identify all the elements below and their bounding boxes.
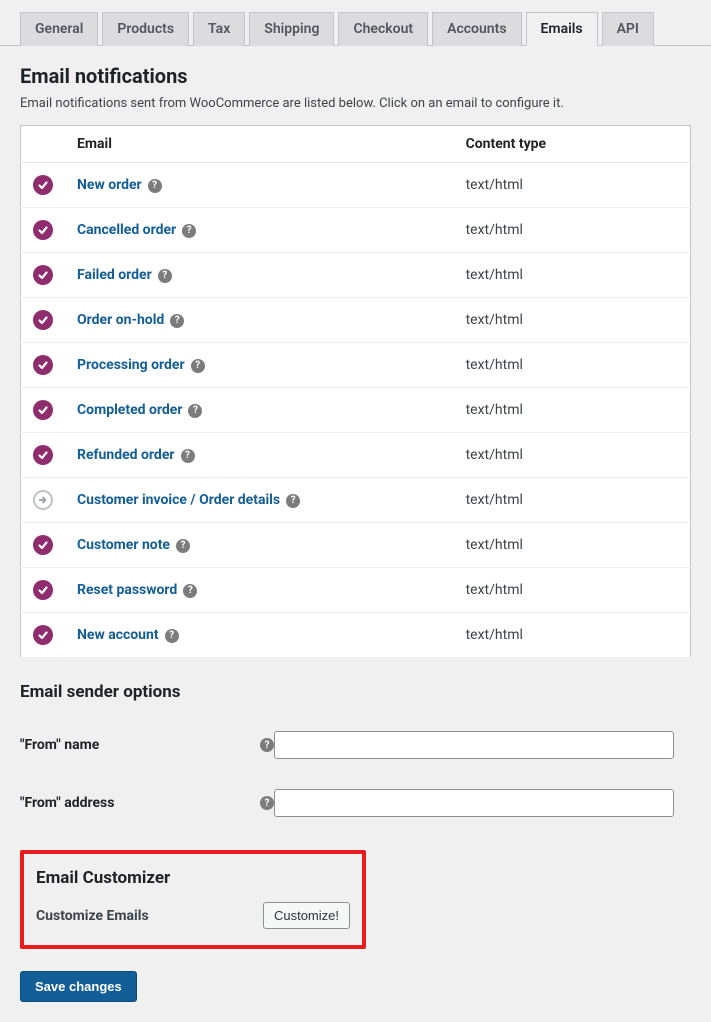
help-icon[interactable]: ? (260, 738, 274, 752)
status-enabled-icon (33, 175, 53, 195)
tab-checkout[interactable]: Checkout (338, 12, 428, 46)
col-status (21, 126, 66, 163)
help-icon[interactable]: ? (183, 584, 197, 598)
table-row[interactable]: Cancelled order? text/html (21, 208, 691, 253)
email-notifications-table: Email Content type New order?text/htmlCa… (20, 125, 691, 658)
table-row[interactable]: Failed order? text/html (21, 253, 691, 298)
tab-shipping[interactable]: Shipping (249, 12, 334, 46)
help-icon[interactable]: ? (182, 224, 196, 238)
email-name-link[interactable]: Customer note (77, 537, 170, 553)
col-email[interactable]: Email (65, 126, 454, 163)
email-name-link[interactable]: New order (77, 177, 142, 193)
table-row[interactable]: Order on-hold? text/html (21, 298, 691, 343)
help-icon[interactable]: ? (286, 494, 300, 508)
email-name-link[interactable]: Cancelled order (77, 222, 176, 238)
table-row[interactable]: New account? text/html (21, 613, 691, 658)
table-row[interactable]: Completed order? text/html (21, 388, 691, 433)
content-type-cell: text/html (454, 613, 691, 658)
table-row[interactable]: Refunded order? text/html (21, 433, 691, 478)
content-type-cell: text/html (454, 343, 691, 388)
customizer-heading: Email Customizer (36, 868, 350, 888)
sender-heading: Email sender options (20, 682, 691, 702)
content-type-cell: text/html (454, 163, 691, 208)
from-address-label: "From" address (20, 774, 250, 832)
help-icon[interactable]: ? (191, 359, 205, 373)
status-enabled-icon (33, 580, 53, 600)
status-enabled-icon (33, 220, 53, 240)
customizer-row-label: Customize Emails (36, 908, 149, 924)
section-description: Email notifications sent from WooCommerc… (20, 96, 691, 111)
tab-accounts[interactable]: Accounts (432, 12, 521, 46)
content-type-cell: text/html (454, 478, 691, 523)
content-type-cell: text/html (454, 433, 691, 478)
status-manual-icon (33, 490, 53, 510)
content-type-cell: text/html (454, 298, 691, 343)
help-icon[interactable]: ? (181, 449, 195, 463)
help-icon[interactable]: ? (170, 314, 184, 328)
settings-tabs: GeneralProductsTaxShippingCheckoutAccoun… (0, 0, 711, 46)
email-name-link[interactable]: Order on-hold (77, 312, 164, 328)
content-type-cell: text/html (454, 253, 691, 298)
help-icon[interactable]: ? (188, 404, 202, 418)
content-type-cell: text/html (454, 388, 691, 433)
tab-tax[interactable]: Tax (193, 12, 245, 46)
help-icon[interactable]: ? (260, 796, 274, 810)
status-enabled-icon (33, 400, 53, 420)
status-enabled-icon (33, 265, 53, 285)
table-row[interactable]: Customer invoice / Order details? text/ht… (21, 478, 691, 523)
email-name-link[interactable]: Completed order (77, 402, 182, 418)
table-row[interactable]: Processing order? text/html (21, 343, 691, 388)
help-icon[interactable]: ? (176, 539, 190, 553)
sender-options-form: "From" name ? "From" address ? (20, 716, 691, 832)
content-type-cell: text/html (454, 568, 691, 613)
email-name-link[interactable]: New account (77, 627, 159, 643)
tab-general[interactable]: General (20, 12, 98, 46)
status-enabled-icon (33, 535, 53, 555)
from-name-label: "From" name (20, 716, 250, 774)
from-name-input[interactable] (274, 731, 674, 759)
tab-emails[interactable]: Emails (526, 12, 598, 46)
table-row[interactable]: New order? text/html (21, 163, 691, 208)
email-name-link[interactable]: Customer invoice / Order details (77, 492, 280, 508)
customize-button[interactable]: Customize! (263, 902, 350, 929)
save-changes-button[interactable]: Save changes (20, 971, 137, 1002)
content-type-cell: text/html (454, 523, 691, 568)
table-row[interactable]: Customer note? text/html (21, 523, 691, 568)
content-type-cell: text/html (454, 208, 691, 253)
help-icon[interactable]: ? (158, 269, 172, 283)
status-enabled-icon (33, 625, 53, 645)
email-name-link[interactable]: Processing order (77, 357, 185, 373)
email-name-link[interactable]: Refunded order (77, 447, 175, 463)
tab-api[interactable]: API (602, 12, 654, 46)
email-name-link[interactable]: Failed order (77, 267, 152, 283)
tab-products[interactable]: Products (102, 12, 189, 46)
table-row[interactable]: Reset password? text/html (21, 568, 691, 613)
help-icon[interactable]: ? (165, 629, 179, 643)
section-heading: Email notifications (20, 64, 691, 88)
status-enabled-icon (33, 355, 53, 375)
from-address-input[interactable] (274, 789, 674, 817)
email-name-link[interactable]: Reset password (77, 582, 177, 598)
col-content-type[interactable]: Content type (454, 126, 691, 163)
email-customizer-highlight: Email Customizer Customize Emails Custom… (20, 850, 366, 949)
status-enabled-icon (33, 445, 53, 465)
status-enabled-icon (33, 310, 53, 330)
help-icon[interactable]: ? (148, 179, 162, 193)
